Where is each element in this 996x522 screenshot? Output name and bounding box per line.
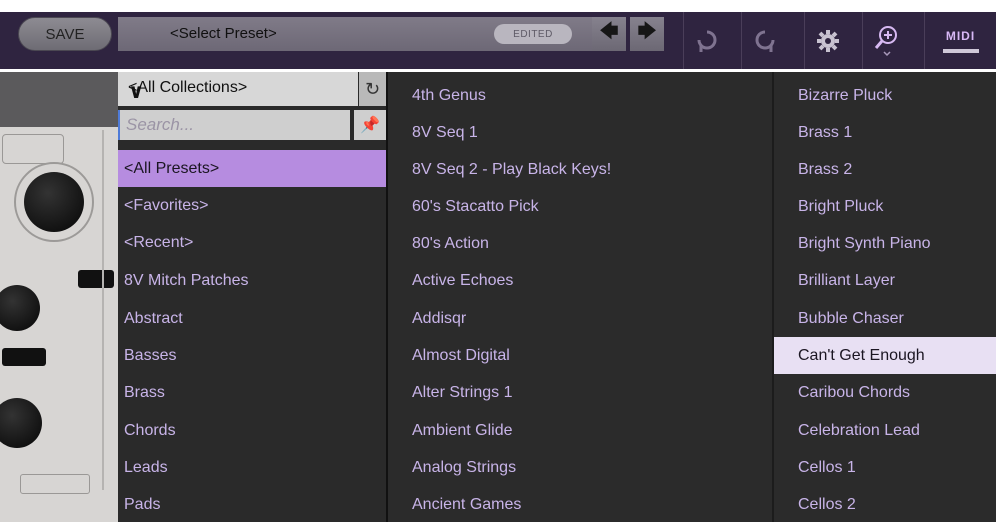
previous-preset-button[interactable]: 🡄 [592,17,626,51]
collection-item-all-presets[interactable]: <All Presets> [118,150,386,187]
collections-dropdown[interactable]: <All Collections> ∨ [118,72,358,106]
preset-item[interactable]: Brilliant Layer [798,262,996,299]
preset-name: <Select Preset> [170,25,277,42]
preset-item[interactable]: 8V Seq 1 [412,114,772,151]
arrow-right-icon: 🡆 [637,21,657,41]
gear-icon [816,29,839,52]
collection-item-pads[interactable]: Pads [118,486,386,522]
env-label-box [20,474,90,494]
synth-panel-header [0,72,118,127]
edited-badge: EDITED [494,24,572,44]
redo-icon [755,30,774,52]
settings-button[interactable] [804,12,850,69]
chevron-down-icon: ∨ [128,81,145,103]
preset-item[interactable]: Bubble Chaser [798,300,996,337]
collection-item-leads[interactable]: Leads [118,449,386,486]
vco-label-box [2,134,64,164]
midi-indicator [942,48,979,53]
redo-button[interactable] [741,12,787,69]
collections-dropdown-value: <All Collections> [128,79,248,96]
preset-item[interactable]: Brass 2 [798,151,996,188]
preset-item[interactable]: Cellos 1 [798,449,996,486]
preset-item[interactable]: Alter Strings 1 [412,374,772,411]
pin-icon: 📌 [360,117,380,134]
refresh-button[interactable]: ↻ [359,72,386,106]
preset-item[interactable]: 4th Genus [412,77,772,114]
vco-section-line [102,130,104,490]
frequency-knob[interactable] [24,172,84,232]
next-preset-button[interactable]: 🡆 [630,17,664,51]
presets-column-divider [772,72,774,522]
collection-item-favorites[interactable]: <Favorites> [118,187,386,224]
preset-item[interactable]: Caribou Chords [798,374,996,411]
midi-button[interactable]: MIDI [924,12,996,69]
preset-selector[interactable]: <Select Preset> EDITED [118,17,600,51]
preset-item[interactable]: Bright Pluck [798,188,996,225]
preset-item[interactable]: Brass 1 [798,114,996,151]
preset-item-selected[interactable]: Can't Get Enough [774,337,996,374]
midi-icon: MIDI [945,28,976,43]
zoom-icon [874,25,897,56]
presets-panel: 4th Genus 8V Seq 1 8V Seq 2 - Play Black… [386,72,996,522]
save-button[interactable]: SAVE [18,17,112,51]
preset-item[interactable]: Analog Strings [412,449,772,486]
zoom-button[interactable] [862,12,908,69]
search-input[interactable] [118,110,350,140]
collection-item-chords[interactable]: Chords [118,412,386,449]
undo-button[interactable] [683,12,729,69]
preset-item[interactable]: Ancient Games [412,486,772,522]
collection-item-brass[interactable]: Brass [118,374,386,411]
toolbar: SAVE <Select Preset> EDITED 🡄 🡆 MIDI [0,0,996,72]
preset-item[interactable]: Ambient Glide [412,412,772,449]
preset-item[interactable]: 60's Stacatto Pick [412,188,772,225]
preset-item[interactable]: 8V Seq 2 - Play Black Keys! [412,151,772,188]
collection-item-recent[interactable]: <Recent> [118,224,386,261]
arrow-left-icon: 🡄 [599,21,619,41]
preset-item[interactable]: Almost Digital [412,337,772,374]
switch[interactable] [78,270,114,288]
preset-item[interactable]: 80's Action [412,225,772,262]
preset-item[interactable]: Active Echoes [412,262,772,299]
pin-button[interactable]: 📌 [354,110,386,140]
preset-item[interactable]: Celebration Lead [798,412,996,449]
collections-panel: <All Collections> ∨ ↻ 📌 <All Presets> <F… [118,72,386,522]
collection-item-basses[interactable]: Basses [118,337,386,374]
undo-icon [697,30,716,52]
preset-item[interactable]: Bizarre Pluck [798,77,996,114]
preset-item[interactable]: Bright Synth Piano [798,225,996,262]
collection-item-8v-mitch-patches[interactable]: 8V Mitch Patches [118,262,386,299]
collection-item-abstract[interactable]: Abstract [118,300,386,337]
switch-2[interactable] [2,348,46,366]
preset-item[interactable]: Cellos 2 [798,486,996,522]
preset-item[interactable]: Addisqr [412,300,772,337]
refresh-icon: ↻ [364,78,381,99]
